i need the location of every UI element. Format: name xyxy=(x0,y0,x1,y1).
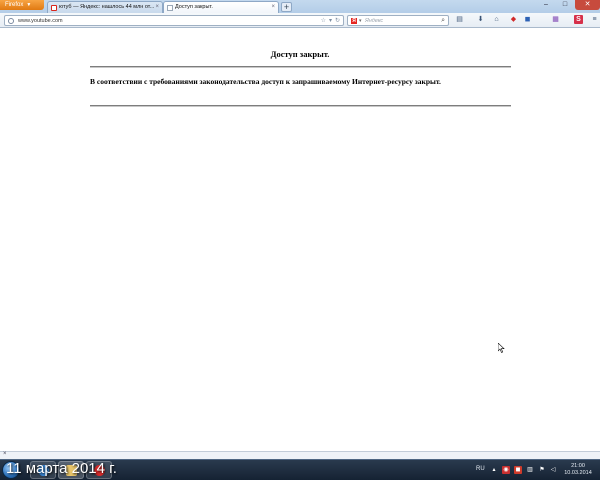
close-icon[interactable]: × xyxy=(271,2,275,13)
menu-icon[interactable]: ≡ xyxy=(590,15,599,24)
minimize-button[interactable]: – xyxy=(537,0,555,10)
addon-bar: × xyxy=(0,451,600,459)
address-bar[interactable]: www.youtube.com ☆ ▾ ↻ xyxy=(4,15,344,26)
addon-s-icon[interactable]: S xyxy=(574,15,583,24)
chevron-down-icon: ▼ xyxy=(26,2,32,8)
tab-yandex-search[interactable]: ютуб — Яндекс: нашлось 44 млн от... × xyxy=(47,1,163,13)
tray-network-icon[interactable]: ▥ xyxy=(526,466,534,474)
page-viewport: Доступ закрыт. В соответствии с требован… xyxy=(0,29,600,451)
close-icon[interactable]: × xyxy=(3,451,7,457)
date-overlay-text: 11 марта 2014 г. xyxy=(6,460,117,477)
yandex-logo-icon[interactable]: Я xyxy=(351,18,357,24)
close-icon[interactable]: × xyxy=(155,2,159,13)
tab-strip: Firefox ▼ ютуб — Яндекс: нашлось 44 млн о… xyxy=(0,0,600,13)
firefox-menu-label: Firefox xyxy=(5,2,24,8)
reload-icon[interactable]: ↻ xyxy=(335,18,340,24)
tab-title: Доступ закрыт. xyxy=(175,4,213,10)
page-title: Доступ закрыт. xyxy=(270,49,330,59)
home-icon[interactable]: ⌂ xyxy=(492,15,501,24)
language-indicator[interactable]: RU xyxy=(476,466,485,472)
downloads-icon[interactable]: ⬇ xyxy=(476,15,485,24)
page-favicon-icon xyxy=(167,5,173,11)
clock-time: 21:00 xyxy=(571,463,585,469)
divider xyxy=(90,105,511,107)
firefox-menu-button[interactable]: Firefox ▼ xyxy=(0,0,44,10)
tray-antivirus-icon[interactable]: ◉ xyxy=(502,466,510,474)
window-close-button[interactable]: ✕ xyxy=(575,0,600,10)
tab-title: ютуб — Яндекс: нашлось 44 млн от... xyxy=(59,4,155,10)
search-placeholder: Яндекс xyxy=(365,18,384,24)
volume-icon[interactable]: ◁ xyxy=(549,466,557,474)
chevron-down-icon[interactable]: ▾ xyxy=(359,16,362,26)
addon-blue-icon[interactable]: ◼ xyxy=(523,15,532,24)
history-dropdown-icon[interactable]: ▾ xyxy=(329,18,332,24)
bookmark-star-icon[interactable]: ☆ xyxy=(321,18,326,24)
mouse-cursor-icon xyxy=(498,343,505,353)
clock-date: 10.03.2014 xyxy=(564,470,592,476)
bookmarks-menu-icon[interactable]: ▤ xyxy=(455,15,464,24)
yandex-favicon-icon xyxy=(51,5,57,11)
search-bar[interactable]: Я ▾ Яндекс ⌕ xyxy=(347,15,449,26)
url-text: www.youtube.com xyxy=(18,18,63,24)
divider xyxy=(90,66,511,68)
addon-red-icon[interactable]: ◆ xyxy=(509,15,518,24)
magnifier-icon[interactable]: ⌕ xyxy=(441,16,445,26)
access-denied-message: В соответствии с требованиями законодате… xyxy=(90,77,441,86)
tray-expand-icon[interactable]: ▴ xyxy=(490,466,498,474)
tray-flag-icon[interactable]: ⚑ xyxy=(538,466,546,474)
addon-grid-icon[interactable]: ▦ xyxy=(551,15,560,24)
tab-access-denied[interactable]: Доступ закрыт. × xyxy=(163,1,279,13)
system-clock[interactable]: 21:00 10.03.2014 xyxy=(560,463,596,477)
maximize-button[interactable]: □ xyxy=(556,0,574,10)
new-tab-button[interactable]: + xyxy=(281,2,292,12)
tray-app-icon[interactable]: ◼ xyxy=(514,466,522,474)
address-bar-icons: ☆ ▾ ↻ xyxy=(318,16,340,26)
globe-icon xyxy=(8,18,14,24)
